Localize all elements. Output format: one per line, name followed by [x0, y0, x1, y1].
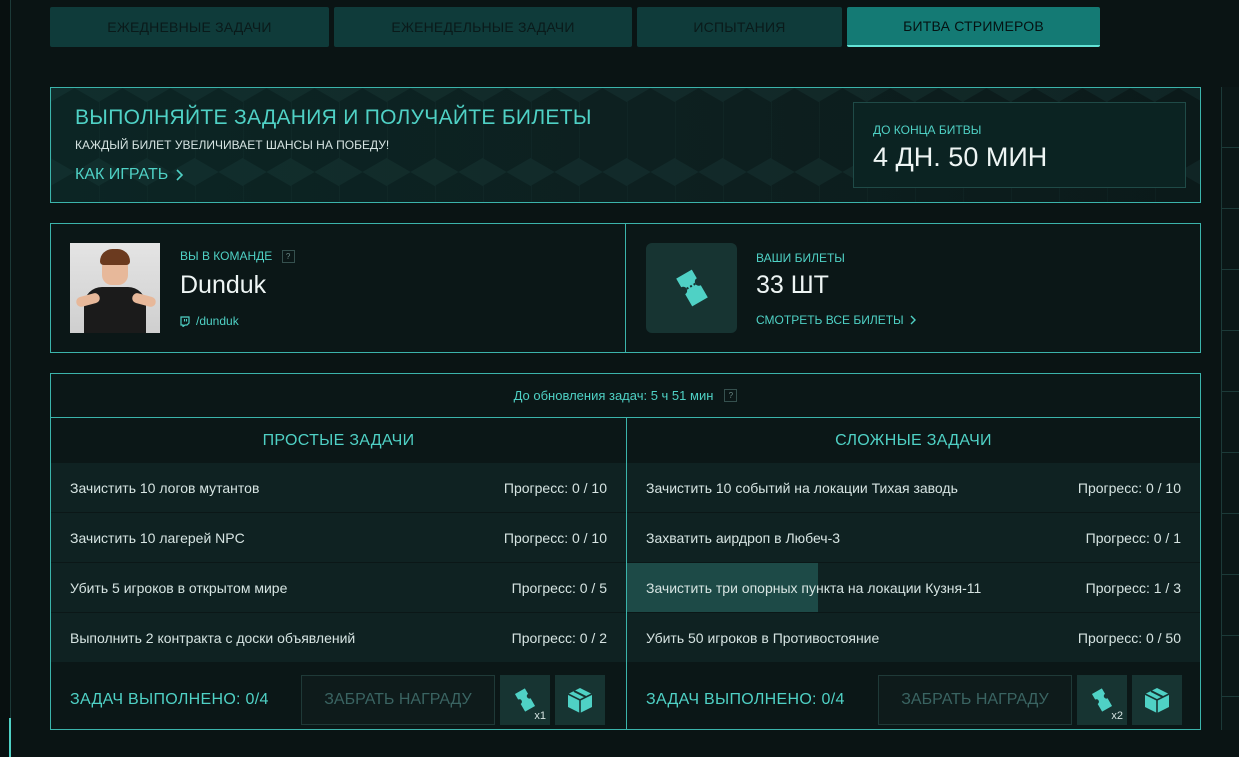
task-progress: Прогресс: 0 / 50	[1077, 629, 1181, 646]
claim-reward-button[interactable]: ЗАБРАТЬ НАГРАДУ	[301, 675, 495, 725]
task-row: Зачистить 10 лагерей NPC Прогресс: 0 / 10	[51, 513, 626, 562]
tab-daily[interactable]: ЕЖЕДНЕВНЫЕ ЗАДАЧИ	[50, 7, 329, 47]
twitch-icon	[180, 315, 190, 327]
task-name: Зачистить 10 событий на локации Тихая за…	[646, 479, 958, 496]
task-progress: Прогресс: 0 / 10	[503, 529, 607, 546]
reward-ticket-multiplier: x2	[1111, 710, 1123, 722]
task-name: Убить 5 игроков в открытом мире	[70, 579, 288, 596]
task-name: Убить 50 игроков в Противостояние	[646, 629, 880, 646]
tickets-count: 33 ШТ	[756, 271, 829, 299]
tab-weekly[interactable]: ЕЖЕНЕДЕЛЬНЫЕ ЗАДАЧИ	[334, 7, 632, 47]
banner-subtitle: КАЖДЫЙ БИЛЕТ УВЕЛИЧИВАЕТ ШАНСЫ НА ПОБЕДУ…	[75, 138, 390, 152]
hard-tasks-column: СЛОЖНЫЕ ЗАДАЧИ Зачистить 10 событий на л…	[626, 418, 1200, 729]
simple-done-count: ЗАДАЧ ВЫПОЛНЕНО: 0/4	[70, 691, 269, 708]
task-progress: Прогресс: 0 / 5	[511, 579, 607, 596]
streamer-avatar	[70, 243, 160, 333]
tasks-refresh-row: До обновления задач: 5 ч 51 мин ?	[51, 374, 1200, 418]
tab-challenges[interactable]: ИСПЫТАНИЯ	[637, 7, 842, 47]
task-progress: Прогресс: 0 / 2	[511, 629, 607, 646]
task-name: Выполнить 2 контракта с доски объявлений	[70, 629, 356, 646]
team-tickets-panel: ВЫ В КОМАНДЕ ? Dunduk /dunduk ВАШИ БИЛЕТ…	[50, 223, 1201, 353]
task-name: Зачистить три опорных пункта на локации …	[646, 579, 982, 596]
ticket-icon-tile	[646, 243, 737, 333]
team-label: ВЫ В КОМАНДЕ	[180, 249, 273, 263]
tasks-help-icon[interactable]: ?	[724, 389, 738, 402]
reward-ticket-multiplier: x1	[534, 710, 546, 722]
hard-done-count: ЗАДАЧ ВЫПОЛНЕНО: 0/4	[646, 691, 845, 708]
view-all-tickets-label: СМОТРЕТЬ ВСЕ БИЛЕТЫ	[756, 313, 904, 327]
left-rail	[0, 0, 11, 757]
simple-tasks-footer: ЗАДАЧ ВЫПОЛНЕНО: 0/4 ЗАБРАТЬ НАГРАДУ x1	[51, 671, 626, 729]
how-to-play-label: КАК ИГРАТЬ	[75, 166, 169, 183]
timer-label: ДО КОНЦА БИТВЫ	[873, 123, 982, 137]
crate-icon	[567, 688, 593, 713]
chevron-right-icon	[176, 169, 184, 181]
tasks-refresh-text: До обновления задач: 5 ч 51 мин	[513, 388, 714, 403]
task-progress: Прогресс: 1 / 3	[1085, 579, 1181, 596]
reward-crate	[555, 675, 605, 725]
claim-reward-button[interactable]: ЗАБРАТЬ НАГРАДУ	[878, 675, 1072, 725]
reward-crate	[1132, 675, 1182, 725]
team-label-row: ВЫ В КОМАНДЕ ?	[180, 249, 295, 264]
twitch-handle: /dunduk	[196, 314, 239, 328]
tasks-panel: До обновления задач: 5 ч 51 мин ? ПРОСТЫ…	[50, 373, 1201, 730]
task-row: Убить 5 игроков в открытом мире Прогресс:…	[51, 563, 626, 612]
tab-streamer-battle[interactable]: БИТВА СТРИМЕРОВ	[847, 7, 1100, 47]
crate-icon	[1144, 688, 1170, 713]
view-all-tickets-link[interactable]: СМОТРЕТЬ ВСЕ БИЛЕТЫ	[756, 313, 916, 327]
chevron-right-icon	[910, 315, 916, 325]
reward-ticket: x1	[500, 675, 550, 725]
task-row: Зачистить 10 событий на локации Тихая за…	[627, 463, 1200, 512]
right-rail	[1221, 87, 1239, 730]
task-name: Захватить аирдроп в Любеч-3	[646, 529, 841, 546]
streamer-name: Dunduk	[180, 271, 267, 299]
task-row: Убить 50 игроков в Противостояние Прогрес…	[627, 613, 1200, 662]
ticket-icon	[675, 269, 708, 307]
task-progress: Прогресс: 0 / 1	[1085, 529, 1181, 546]
task-progress: Прогресс: 0 / 10	[1077, 479, 1181, 496]
info-divider	[625, 224, 626, 352]
team-help-icon[interactable]: ?	[281, 250, 295, 264]
reward-ticket: x2	[1077, 675, 1127, 725]
tickets-label: ВАШИ БИЛЕТЫ	[756, 251, 845, 265]
battle-banner: ВЫПОЛНЯЙТЕ ЗАДАНИЯ И ПОЛУЧАЙТЕ БИЛЕТЫ КА…	[50, 87, 1201, 203]
task-row: Зачистить три опорных пункта на локации …	[627, 563, 1200, 612]
left-rail-accent	[9, 718, 11, 757]
battle-timer: ДО КОНЦА БИТВЫ 4 ДН. 50 МИН	[853, 102, 1186, 188]
task-row: Выполнить 2 контракта с доски объявлений…	[51, 613, 626, 662]
simple-tasks-title: ПРОСТЫЕ ЗАДАЧИ	[262, 431, 415, 449]
hard-tasks-footer: ЗАДАЧ ВЫПОЛНЕНО: 0/4 ЗАБРАТЬ НАГРАДУ x2	[627, 671, 1200, 729]
task-row: Зачистить 10 логов мутантов Прогресс: 0 /…	[51, 463, 626, 512]
timer-value: 4 ДН. 50 МИН	[873, 142, 1048, 172]
task-name: Зачистить 10 лагерей NPC	[70, 529, 245, 546]
simple-tasks-column: ПРОСТЫЕ ЗАДАЧИ Зачистить 10 логов мутант…	[51, 418, 626, 729]
how-to-play-link[interactable]: КАК ИГРАТЬ	[75, 166, 184, 184]
banner-title: ВЫПОЛНЯЙТЕ ЗАДАНИЯ И ПОЛУЧАЙТЕ БИЛЕТЫ	[75, 106, 592, 129]
twitch-link[interactable]: /dunduk	[180, 314, 239, 328]
task-row: Захватить аирдроп в Любеч-3 Прогресс: 0 /…	[627, 513, 1200, 562]
task-progress: Прогресс: 0 / 10	[503, 479, 607, 496]
hard-tasks-title: СЛОЖНЫЕ ЗАДАЧИ	[835, 431, 992, 449]
task-name: Зачистить 10 логов мутантов	[70, 479, 260, 496]
